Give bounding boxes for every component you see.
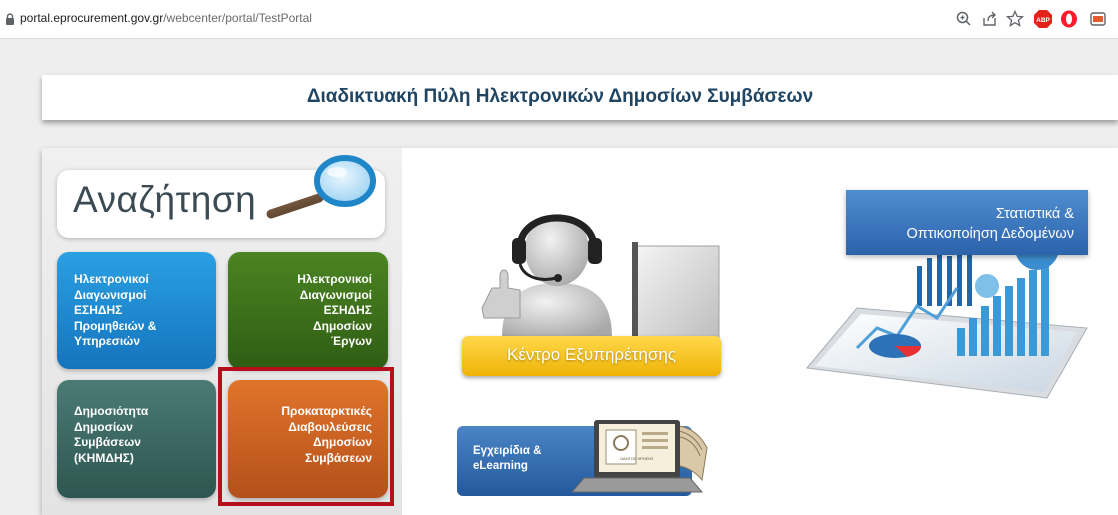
- tile-line: ΕΣΗΔΗΣ: [323, 303, 372, 317]
- tile-label: Ηλεκτρονικοί Διαγωνισμοί ΕΣΗΔΗΣ Δημοσίων…: [297, 272, 372, 350]
- url-path: /webcenter/portal/TestPortal: [163, 11, 312, 25]
- bookmark-star-icon[interactable]: [1005, 9, 1025, 29]
- tile-line: Συμβάσεων: [74, 435, 141, 449]
- statistics-label: Στατιστικά & Οπτικοποίηση Δεδομένων: [907, 204, 1074, 244]
- tile-label: Δημοσιότητα Δημοσίων Συμβάσεων (ΚΗΜΔΗΣ): [74, 404, 148, 466]
- adblock-label: ABP: [1036, 17, 1050, 24]
- support-center-button[interactable]: Κέντρο Εξυπηρέτησης: [462, 336, 721, 376]
- highlight-frame: [218, 367, 394, 506]
- manuals-line: Εγχειρίδια &: [473, 445, 542, 457]
- statistics-visualization-button[interactable]: Στατιστικά & Οπτικοποίηση Δεδομένων: [846, 190, 1088, 255]
- tile-line: Διαγωνισμοί: [299, 287, 372, 302]
- tile-line: Υπηρεσιών: [74, 334, 140, 348]
- statistics-line: Οπτικοποίηση Δεδομένων: [906, 226, 1074, 242]
- manuals-line: eLearning: [473, 460, 528, 472]
- tile-kimdis-publicity[interactable]: Δημοσιότητα Δημοσίων Συμβάσεων (ΚΗΜΔΗΣ): [57, 380, 216, 498]
- share-icon[interactable]: [980, 9, 1000, 29]
- main-panel: Αναζήτηση Ηλεκτρονικοί Διαγωνισμοί ΕΣΗΔΗ…: [42, 148, 1118, 515]
- adblock-icon[interactable]: ABP: [1033, 9, 1053, 29]
- tile-line: Ηλεκτρονικοί: [297, 272, 372, 286]
- portal-header: Διαδικτυακή Πύλη Ηλεκτρονικών Δημοσίων Σ…: [42, 75, 1118, 120]
- manuals-label: Εγχειρίδια & eLearning: [473, 444, 541, 474]
- tile-eshdhs-public-works[interactable]: Ηλεκτρονικοί Διαγωνισμοί ΕΣΗΔΗΣ Δημοσίων…: [228, 252, 388, 369]
- extension-icon[interactable]: [1088, 9, 1108, 29]
- tile-line: Ηλεκτρονικοί: [74, 272, 149, 286]
- tile-eshdhs-supplies-services[interactable]: Ηλεκτρονικοί Διαγωνισμοί ΕΣΗΔΗΣ Προμηθει…: [57, 252, 216, 369]
- lock-icon[interactable]: [5, 13, 15, 26]
- screen-text: ΟΔΗΓΟΣ ΧΡΗΣΗΣ: [620, 456, 654, 461]
- tile-line: Έργων: [330, 334, 372, 348]
- zoom-icon[interactable]: [954, 9, 974, 29]
- laptop-book-icon: ΟΔΗΓΟΣ ΧΡΗΣΗΣ: [570, 420, 708, 493]
- tile-label: Ηλεκτρονικοί Διαγωνισμοί ΕΣΗΔΗΣ Προμηθει…: [74, 272, 156, 350]
- tile-line: Διαγωνισμοί: [74, 287, 147, 302]
- tile-line: (ΚΗΜΔΗΣ): [74, 450, 134, 465]
- url-host: portal.eprocurement.gov.gr: [20, 11, 164, 25]
- tile-line: ΕΣΗΔΗΣ: [74, 303, 123, 317]
- url-text[interactable]: portal.eprocurement.gov.gr/webcenter/por…: [20, 11, 312, 25]
- page-title: Διαδικτυακή Πύλη Ηλεκτρονικών Δημοσίων Σ…: [306, 86, 814, 107]
- search-label: Αναζήτηση: [73, 179, 257, 220]
- tile-line: Προμηθειών &: [74, 318, 157, 333]
- tile-line: Δημοσίων: [74, 419, 133, 434]
- opera-icon[interactable]: [1059, 9, 1079, 29]
- support-center-label: Κέντρο Εξυπηρέτησης: [507, 345, 676, 364]
- tile-line: Δημοσίων: [313, 318, 372, 333]
- tile-line: Δημοσιότητα: [74, 404, 149, 418]
- statistics-line: Στατιστικά &: [995, 206, 1074, 222]
- magnifier-icon: [266, 155, 376, 219]
- browser-address-bar: portal.eprocurement.gov.gr/webcenter/por…: [0, 0, 1118, 39]
